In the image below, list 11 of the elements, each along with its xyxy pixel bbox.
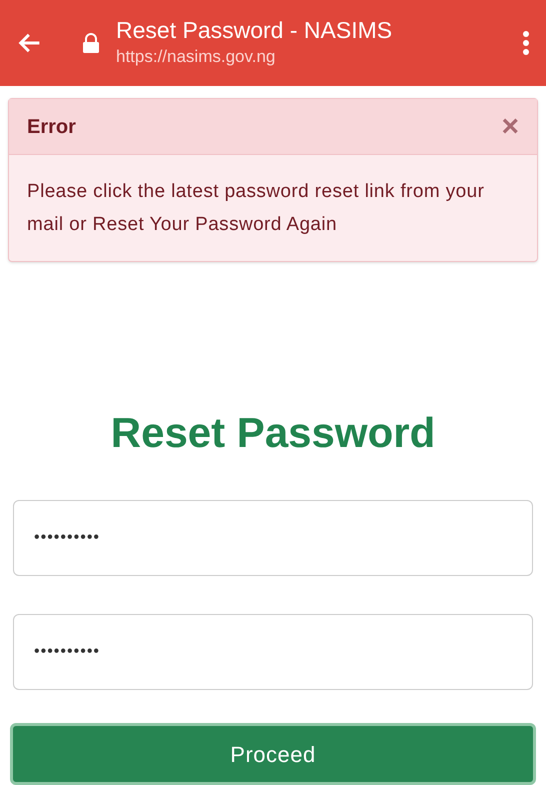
password-field[interactable]: ••••••••••	[13, 614, 533, 690]
page-heading: Reset Password	[110, 408, 436, 458]
page-title: Reset Password - NASIMS	[116, 16, 394, 44]
password-field[interactable]: ••••••••••	[13, 500, 533, 576]
url-text[interactable]: https://nasims.gov.ng	[116, 44, 522, 70]
alert-message: Please click the latest password reset link from your mail or Reset Your Password Again	[26, 180, 486, 237]
proceed-button[interactable]: Proceed	[10, 723, 536, 785]
more-icon[interactable]	[522, 30, 530, 56]
lock-icon	[82, 33, 100, 53]
alert-title: Error	[27, 114, 76, 140]
close-button[interactable]: ×	[501, 112, 519, 142]
